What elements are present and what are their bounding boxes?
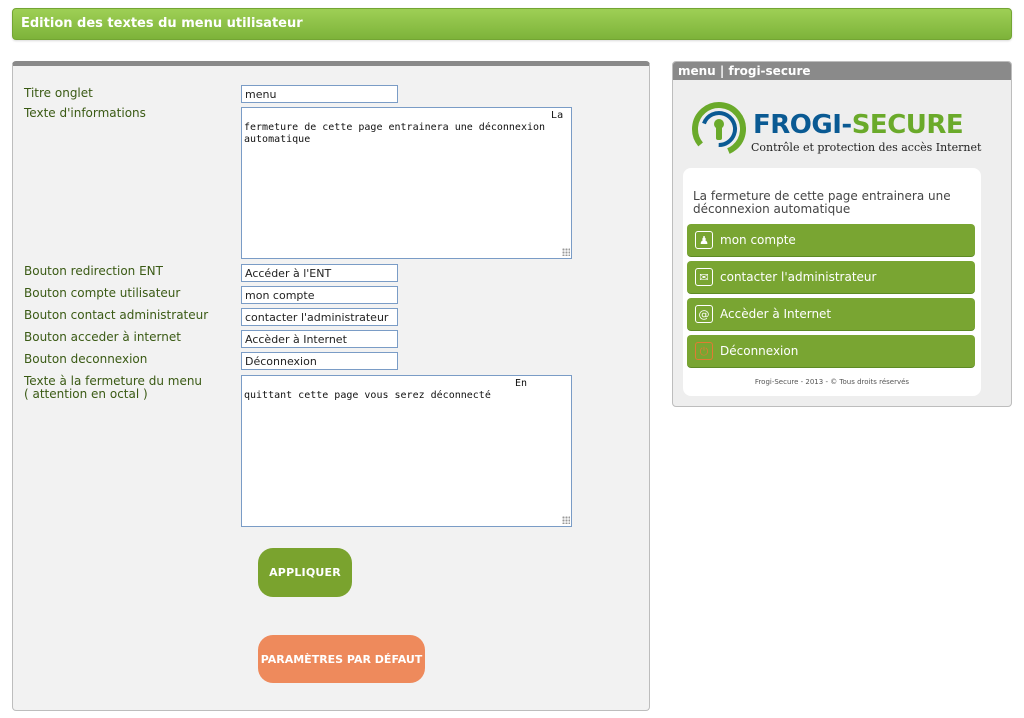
acceder-internet-label: Accèder à Internet — [720, 307, 832, 321]
contact-admin-label: contacter l'administrateur — [720, 270, 877, 284]
page-header: Edition des textes du menu utilisateur — [12, 8, 1012, 40]
power-icon: ⏻ — [695, 342, 713, 360]
mon-compte-button[interactable]: ♟ mon compte — [687, 224, 975, 257]
texte-informations-textarea[interactable]: La fermeture de cette page entrainera un… — [241, 107, 572, 259]
logo-name-part2: SECURE — [851, 110, 964, 140]
preview-info-text: La fermeture de cette page entrainera un… — [693, 189, 951, 216]
texte-fermeture-textarea[interactable]: En quittant cette page vous serez déconn… — [241, 375, 572, 527]
preview-card: La fermeture de cette page entrainera un… — [683, 168, 981, 396]
bouton-contact-input[interactable] — [241, 308, 398, 326]
default-settings-button[interactable]: Paramètres par défaut — [258, 635, 425, 683]
bouton-ent-input[interactable] — [241, 264, 398, 282]
user-icon: ♟ — [695, 231, 713, 249]
textarea-resize-grip[interactable] — [562, 516, 570, 524]
bouton-deconnexion-input[interactable] — [241, 352, 398, 370]
bouton-ent-label: Bouton redirection ENT — [24, 264, 163, 278]
mail-icon: ✉ — [695, 268, 713, 286]
preview-footer: Frogi-Secure - 2013 - © Tous droits rése… — [754, 378, 910, 386]
deconnexion-label: Déconnexion — [720, 344, 799, 358]
menu-preview-panel: menu | frogi-secure FROGI-SECURE Contrôl… — [672, 61, 1012, 407]
bouton-compte-label: Bouton compte utilisateur — [24, 286, 181, 300]
bouton-internet-label: Bouton acceder à internet — [24, 330, 181, 344]
frogi-logo-icon — [692, 102, 746, 156]
preview-title: menu | frogi-secure — [673, 62, 1011, 80]
texte-informations-label: Texte d'informations — [24, 106, 146, 120]
bouton-contact-label: Bouton contact administrateur — [24, 308, 209, 322]
page-title: Edition des textes du menu utilisateur — [21, 16, 303, 31]
mon-compte-label: mon compte — [720, 233, 796, 247]
logo-name-part1: FROGI- — [753, 110, 852, 140]
textarea-resize-grip[interactable] — [562, 248, 570, 256]
at-icon: @ — [695, 305, 713, 323]
bouton-deconnexion-label: Bouton deconnexion — [24, 352, 148, 366]
texte-fermeture-sublabel: ( attention en octal ) — [24, 387, 148, 401]
frogi-secure-logo: FROGI-SECURE Contrôle et protection des … — [689, 98, 989, 164]
titre-onglet-label: Titre onglet — [24, 86, 93, 100]
logo-name: FROGI-SECURE — [753, 110, 964, 140]
bouton-internet-input[interactable] — [241, 330, 398, 348]
contact-admin-button[interactable]: ✉ contacter l'administrateur — [687, 261, 975, 294]
titre-onglet-input[interactable] — [241, 85, 398, 103]
apply-button[interactable]: Appliquer — [258, 548, 352, 597]
logo-tagline: Contrôle et protection des accès Interne… — [751, 141, 982, 154]
bouton-compte-input[interactable] — [241, 286, 398, 304]
deconnexion-button[interactable]: ⏻ Déconnexion — [687, 335, 975, 368]
form-panel: Titre onglet Texte d'informations La fer… — [12, 61, 650, 711]
acceder-internet-button[interactable]: @ Accèder à Internet — [687, 298, 975, 331]
